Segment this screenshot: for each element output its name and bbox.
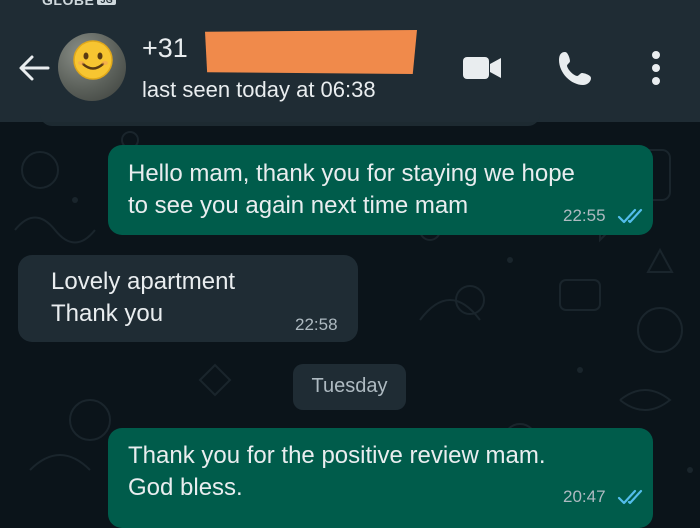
video-call-button[interactable] (461, 52, 503, 89)
video-call-icon (463, 57, 501, 79)
back-button[interactable] (14, 48, 54, 88)
contact-name[interactable]: +31 (142, 33, 188, 64)
message-time: 22:58 (295, 315, 338, 334)
message-bubble-outgoing[interactable]: Hello mam, thank you for staying we hope… (108, 145, 653, 235)
message-time: 22:55 (563, 206, 606, 225)
redaction-mark (205, 30, 417, 74)
message-text: Thank you for the positive review mam. G… (128, 442, 546, 501)
chat-header: GLOBE 5G +31 last seen today at 06:38 (0, 0, 700, 122)
network-badge: 5G (97, 0, 117, 5)
message-bubble-incoming[interactable]: Lovely apartment Thank you 22:58 (18, 255, 358, 342)
message-text: Lovely apartment Thank you (51, 268, 236, 327)
contact-avatar[interactable] (58, 33, 126, 101)
status-bar: GLOBE 5G (42, 0, 117, 8)
day-separator: Tuesday (293, 364, 406, 410)
previous-message-edge (40, 112, 540, 126)
message-time: 20:47 (563, 487, 606, 506)
day-separator-label: Tuesday (311, 375, 388, 397)
more-options-button[interactable] (648, 50, 664, 91)
smiley-icon (73, 40, 113, 80)
message-bubble-outgoing[interactable]: Thank you for the positive review mam. G… (108, 428, 653, 528)
back-arrow-icon (19, 55, 50, 81)
voice-call-icon (559, 52, 591, 85)
voice-call-button[interactable] (556, 48, 596, 93)
read-receipt-icon (617, 489, 643, 505)
message-text: Hello mam, thank you for staying we hope… (128, 160, 575, 219)
carrier-label: GLOBE (42, 0, 95, 8)
read-receipt-icon (617, 208, 643, 224)
more-options-icon (652, 51, 660, 85)
last-seen-status: last seen today at 06:38 (142, 77, 376, 102)
